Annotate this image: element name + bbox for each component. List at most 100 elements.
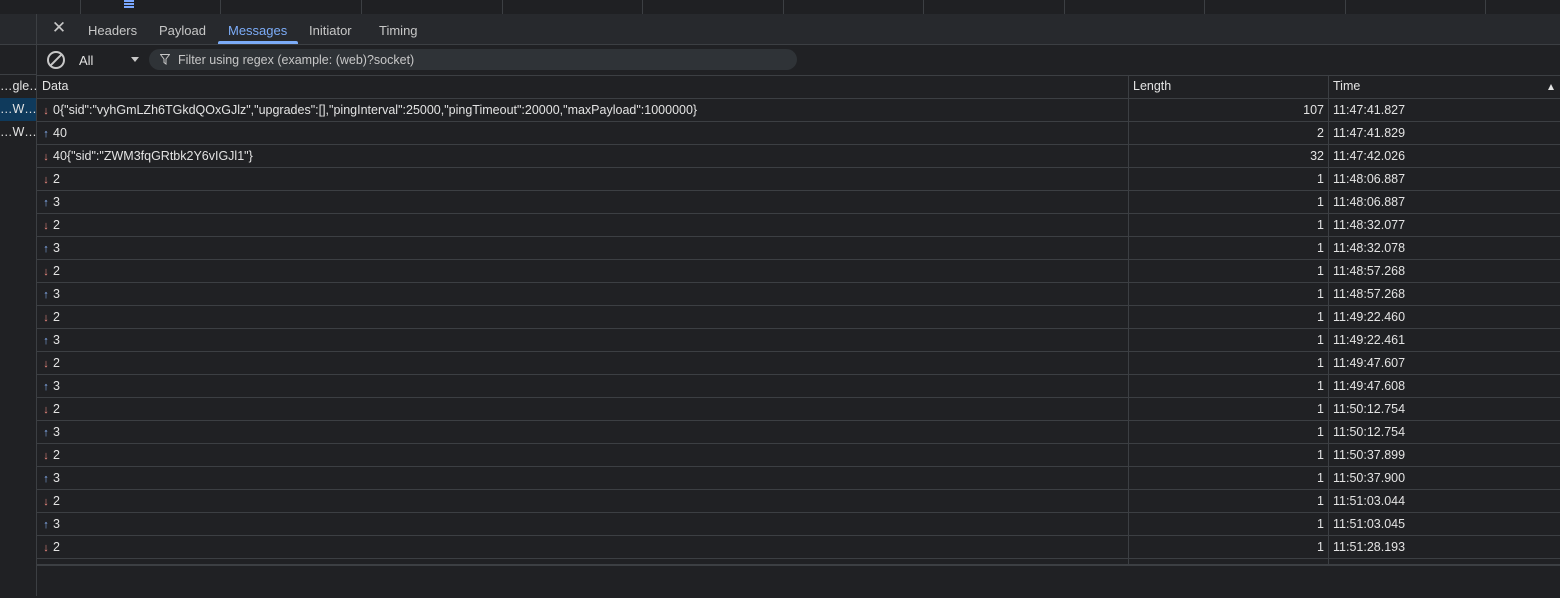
- message-data-cell: ↑ 40: [37, 122, 1128, 144]
- message-length-cell: 1: [1317, 195, 1324, 209]
- message-row[interactable]: ↓ 40{"sid":"ZWM3fqGRtbk2Y6vIGJl1"} 32 11:47…: [37, 145, 1560, 168]
- message-length-cell: 1: [1317, 218, 1324, 232]
- message-time-cell: 11:51:28.193: [1333, 540, 1406, 554]
- grid-header-row: Data Length Time: [37, 75, 1560, 99]
- message-time-cell: 11:49:47.608: [1333, 379, 1406, 393]
- message-data-text: 2: [53, 310, 60, 324]
- message-row[interactable]: ↓ 2 1 11:49:47.607: [37, 352, 1560, 375]
- arrow-down-icon: ↓: [43, 151, 49, 163]
- message-time-cell: 11:49:22.461: [1333, 333, 1406, 347]
- message-data-cell: ↓ 2: [37, 398, 1128, 420]
- message-row[interactable]: ↑ 3 1 11:48:32.078: [37, 237, 1560, 260]
- arrow-down-icon: ↓: [43, 450, 49, 462]
- tab-messages[interactable]: Messages: [217, 14, 299, 44]
- chevron-down-icon: [131, 57, 139, 62]
- message-length-cell: 1: [1317, 287, 1324, 301]
- request-list-item-selected[interactable]: …W…: [0, 98, 36, 121]
- message-row[interactable]: ↑ 3 1 11:49:47.608: [37, 375, 1560, 398]
- column-header-time[interactable]: Time: [1328, 75, 1560, 98]
- column-divider: [502, 0, 503, 14]
- message-length-cell: 1: [1317, 264, 1324, 278]
- tab-headers[interactable]: Headers: [88, 14, 137, 44]
- message-row[interactable]: ↑ 3 1 11:48:57.268: [37, 283, 1560, 306]
- arrow-down-icon: ↓: [43, 496, 49, 508]
- message-time-cell: 11:51:03.045: [1333, 517, 1406, 531]
- request-list-item[interactable]: …W…: [0, 121, 36, 144]
- arrow-up-icon: ↑: [43, 128, 49, 140]
- filter-funnel-icon: [159, 54, 171, 65]
- message-data-text: 3: [53, 195, 60, 209]
- message-row[interactable]: ↓ 2 1 11:49:22.460: [37, 306, 1560, 329]
- tab-timing[interactable]: Timing: [379, 14, 418, 44]
- clear-messages-icon[interactable]: [47, 51, 65, 69]
- column-header-time-label: Time: [1333, 79, 1361, 93]
- column-header-data[interactable]: Data: [37, 75, 1128, 98]
- column-header-length[interactable]: Length: [1128, 75, 1328, 98]
- arrow-up-icon: ↑: [43, 473, 49, 485]
- grid-rows: ↓ 0{"sid":"vyhGmLZh6TGkdQOxGJlz","upgrade…: [37, 99, 1560, 559]
- message-data-cell: ↓ 2: [37, 536, 1128, 558]
- filter-box[interactable]: [149, 49, 797, 70]
- close-icon[interactable]: ✕: [51, 19, 67, 36]
- arrow-down-icon: ↓: [43, 404, 49, 416]
- message-data-text: 2: [53, 494, 60, 508]
- details-tab-bar: ✕ Headers Payload Messages Initiator Tim…: [37, 14, 1560, 45]
- arrow-down-icon: ↓: [43, 266, 49, 278]
- tab-payload[interactable]: Payload: [159, 14, 206, 44]
- message-data-text: 2: [53, 172, 60, 186]
- filter-input[interactable]: [178, 49, 778, 70]
- message-row[interactable]: ↓ 2 1 11:48:06.887: [37, 168, 1560, 191]
- message-row[interactable]: ↓ 2 1 11:48:57.268: [37, 260, 1560, 283]
- message-data-cell: ↑ 3: [37, 513, 1128, 535]
- messages-toolbar: All: [37, 45, 1560, 76]
- request-list-item[interactable]: …gle…: [0, 75, 36, 98]
- request-list-filter-area: [0, 45, 36, 75]
- message-row[interactable]: ↑ 3 1 11:50:37.900: [37, 467, 1560, 490]
- message-length-cell: 1: [1317, 402, 1324, 416]
- arrow-up-icon: ↑: [43, 335, 49, 347]
- message-data-text: 2: [53, 356, 60, 370]
- message-data-text: 3: [53, 333, 60, 347]
- message-data-cell: ↓ 2: [37, 306, 1128, 328]
- column-divider: [1204, 0, 1205, 14]
- message-data-cell: ↓ 2: [37, 168, 1128, 190]
- message-row[interactable]: ↑ 40 2 11:47:41.829: [37, 122, 1560, 145]
- messages-grid: Data Length Time ↓ 0{"sid":"vyhGmLZh6TGkd…: [37, 75, 1560, 566]
- message-row[interactable]: ↓ 2 1 11:51:28.193: [37, 536, 1560, 559]
- message-row[interactable]: ↑ 3 1 11:51:03.045: [37, 513, 1560, 536]
- message-row[interactable]: ↑ 3 1 11:48:06.887: [37, 191, 1560, 214]
- message-time-cell: 11:48:32.077: [1333, 218, 1406, 232]
- message-data-cell: ↓ 2: [37, 214, 1128, 236]
- message-row[interactable]: ↑ 3 1 11:50:12.754: [37, 421, 1560, 444]
- tab-initiator[interactable]: Initiator: [309, 14, 352, 44]
- column-divider[interactable]: [1128, 75, 1129, 566]
- message-data-text: 3: [53, 425, 60, 439]
- message-data-text: 0{"sid":"vyhGmLZh6TGkdQOxGJlz","upgrades…: [53, 103, 698, 117]
- arrow-up-icon: ↑: [43, 197, 49, 209]
- message-row[interactable]: ↓ 2 1 11:48:32.077: [37, 214, 1560, 237]
- message-row[interactable]: ↑ 3 1 11:49:22.461: [37, 329, 1560, 352]
- message-data-text: 2: [53, 448, 60, 462]
- message-data-text: 40: [53, 126, 67, 140]
- message-data-text: 3: [53, 379, 60, 393]
- column-divider[interactable]: [1328, 75, 1329, 566]
- message-row[interactable]: ↓ 2 1 11:51:03.044: [37, 490, 1560, 513]
- menu-icon[interactable]: [124, 0, 134, 8]
- message-time-cell: 11:49:22.460: [1333, 310, 1406, 324]
- arrow-down-icon: ↓: [43, 220, 49, 232]
- message-data-text: 3: [53, 241, 60, 255]
- arrow-up-icon: ↑: [43, 427, 49, 439]
- message-row[interactable]: ↓ 2 1 11:50:12.754: [37, 398, 1560, 421]
- message-length-cell: 107: [1303, 103, 1324, 117]
- message-row[interactable]: ↓ 2 1 11:50:37.899: [37, 444, 1560, 467]
- message-time-cell: 11:47:42.026: [1333, 149, 1406, 163]
- message-data-cell: ↓ 40{"sid":"ZWM3fqGRtbk2Y6vIGJl1"}: [37, 145, 1128, 167]
- message-time-cell: 11:48:57.268: [1333, 287, 1406, 301]
- column-divider: [642, 0, 643, 14]
- top-toolbar-strip: [0, 0, 1560, 15]
- column-divider: [783, 0, 784, 14]
- message-row[interactable]: ↓ 0{"sid":"vyhGmLZh6TGkdQOxGJlz","upgrade…: [37, 99, 1560, 122]
- message-data-cell: ↓ 0{"sid":"vyhGmLZh6TGkdQOxGJlz","upgrade…: [37, 99, 1128, 121]
- message-data-text: 2: [53, 264, 60, 278]
- arrow-down-icon: ↓: [43, 174, 49, 186]
